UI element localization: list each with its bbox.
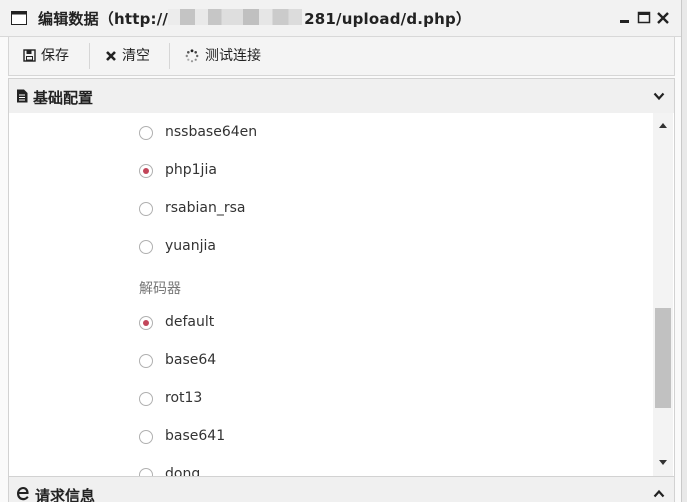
save-button[interactable]: 保存 [23, 37, 83, 75]
section-header-request-info[interactable]: 请求信息 [8, 476, 675, 502]
radio-option-decoder[interactable]: dong [9, 461, 609, 476]
test-connection-label: 测试连接 [205, 48, 261, 64]
chevron-down-icon[interactable] [653, 92, 665, 101]
times-icon [106, 51, 116, 61]
radio-label: php1jia [165, 162, 217, 178]
radio-option-encoder[interactable]: nssbase64en [9, 119, 609, 149]
radio-button-checked[interactable] [139, 164, 153, 178]
section-title-request-info: 请求信息 [35, 487, 96, 502]
radio-option-encoder[interactable]: php1jia [9, 157, 609, 187]
radio-button[interactable] [139, 430, 153, 444]
decoder-group-label: 解码器 [139, 281, 181, 297]
toolbar-divider [89, 43, 90, 69]
chevron-up-icon[interactable] [653, 489, 665, 498]
section-header-basic-config[interactable]: 基础配置 [8, 78, 675, 114]
radio-button[interactable] [139, 354, 153, 368]
radio-option-decoder[interactable]: base641 [9, 423, 609, 453]
toolbar-divider [169, 43, 170, 69]
radio-label: yuanjia [165, 238, 216, 254]
test-connection-button[interactable]: 测试连接 [185, 37, 271, 75]
radio-option-decoder[interactable]: rot13 [9, 385, 609, 415]
window-title-suffix: 281/upload/d.php） [304, 10, 472, 28]
spinner-icon [185, 49, 199, 63]
clear-button[interactable]: 清空 [105, 37, 161, 75]
close-icon[interactable] [655, 8, 671, 26]
radio-label: rot13 [165, 390, 203, 406]
title-bar[interactable]: 编辑数据（http:// 281/upload/d.php） [0, 0, 681, 37]
clear-label: 清空 [122, 48, 150, 64]
radio-button[interactable] [139, 240, 153, 254]
window-title-prefix: 编辑数据（http:// [38, 10, 169, 28]
background-window-edge [682, 0, 687, 502]
document-icon [17, 89, 28, 103]
radio-button[interactable] [139, 468, 153, 476]
radio-label: base64 [165, 352, 217, 368]
window-icon [11, 11, 27, 25]
radio-label: nssbase64en [165, 124, 258, 140]
save-label: 保存 [41, 48, 69, 64]
radio-option-encoder[interactable]: yuanjia [9, 233, 609, 263]
section-title-basic-config: 基础配置 [33, 89, 94, 107]
radio-button-checked[interactable] [139, 316, 153, 330]
radio-option-encoder[interactable]: rsabian_rsa [9, 195, 609, 225]
radio-option-decoder[interactable]: base64 [9, 347, 609, 377]
vertical-scrollbar[interactable] [653, 113, 673, 476]
basic-config-panel: nssbase64en php1jia rsabian_rsa yuanjia … [8, 113, 675, 476]
internet-explorer-icon [17, 487, 29, 501]
edit-data-dialog: 编辑数据（http:// 281/upload/d.php） 保存 清空 测试连接… [0, 0, 682, 502]
radio-label: base641 [165, 428, 226, 444]
radio-label: default [165, 314, 215, 330]
minimize-icon[interactable] [617, 8, 633, 26]
redacted-address [168, 9, 302, 25]
scroll-up-arrow-icon[interactable] [657, 120, 669, 130]
scroll-thumb[interactable] [655, 308, 671, 408]
scroll-down-arrow-icon[interactable] [657, 458, 669, 468]
radio-option-decoder[interactable]: default [9, 309, 609, 339]
radio-label: dong [165, 466, 201, 476]
toolbar: 保存 清空 测试连接 [8, 37, 675, 76]
maximize-icon[interactable] [636, 8, 652, 26]
radio-button[interactable] [139, 202, 153, 216]
save-icon [23, 49, 36, 62]
radio-button[interactable] [139, 392, 153, 406]
radio-label: rsabian_rsa [165, 200, 246, 216]
radio-button[interactable] [139, 126, 153, 140]
